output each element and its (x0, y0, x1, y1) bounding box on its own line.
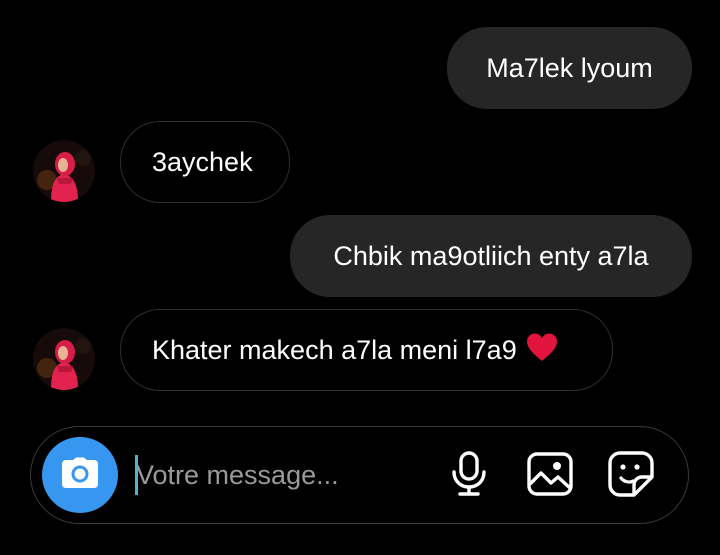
voice-message-button[interactable] (444, 450, 494, 502)
camera-button[interactable] (42, 437, 118, 513)
sticker-icon (608, 450, 654, 502)
camera-icon (61, 457, 99, 494)
image-gallery-icon (527, 451, 573, 501)
gallery-button[interactable] (525, 451, 575, 501)
message-text: 3aychek (152, 146, 253, 177)
red-heart-icon (525, 332, 559, 369)
received-message-bubble[interactable]: Khater makech a7la meni l7a9 (120, 309, 613, 391)
sent-message-bubble[interactable]: Chbik ma9otliich enty a7la (290, 215, 692, 297)
message-input[interactable] (134, 453, 436, 497)
microphone-icon (449, 450, 489, 502)
sticker-button[interactable] (606, 450, 656, 502)
avatar[interactable] (33, 140, 95, 202)
text-cursor (135, 455, 138, 495)
received-message-bubble[interactable]: 3aychek (120, 121, 290, 203)
avatar[interactable] (33, 328, 95, 390)
message-text: Ma7lek lyoum (486, 52, 653, 83)
sent-message-bubble[interactable]: Ma7lek lyoum (447, 27, 692, 109)
message-text: Khater makech a7la meni l7a9 (152, 334, 517, 365)
message-text: Chbik ma9otliich enty a7la (333, 240, 649, 271)
message-composer (30, 426, 689, 524)
